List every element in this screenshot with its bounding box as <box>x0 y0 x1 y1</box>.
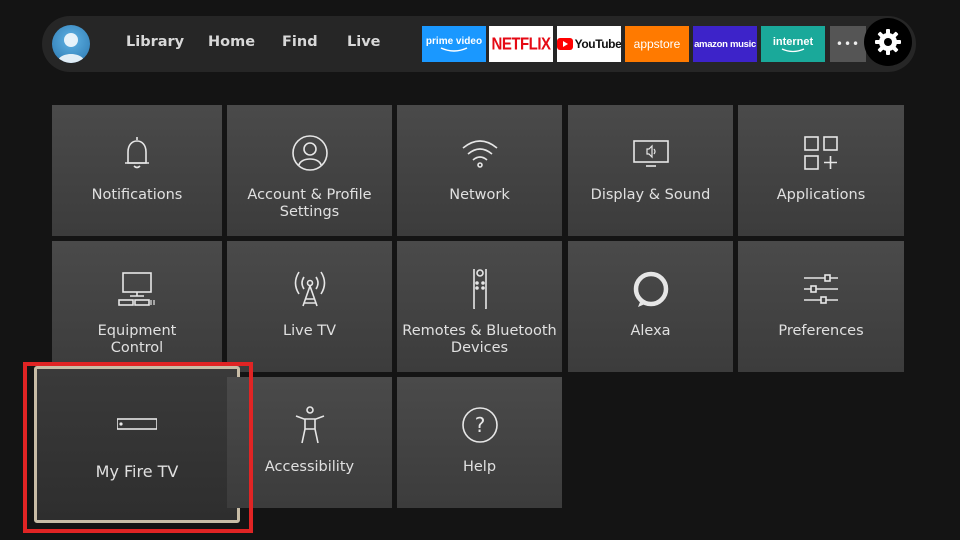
profile-icon <box>291 135 328 171</box>
user-silhouette-icon <box>57 33 85 63</box>
accessibility-icon <box>295 406 324 444</box>
tile-account-profile-settings[interactable]: Account & Profile Settings <box>227 105 392 236</box>
tile-alexa[interactable]: Alexa <box>568 241 733 372</box>
tile-remotes-bluetooth[interactable]: Remotes & Bluetooth Devices <box>397 241 562 372</box>
amazon-music-logo: amazon music <box>694 38 756 50</box>
fire-tv-settings-screen: Library Home Find Live prime video NETFL… <box>0 0 960 540</box>
tile-equipment-control[interactable]: Equipment Control <box>52 241 222 372</box>
alexa-icon <box>633 271 668 307</box>
appstore-app[interactable]: appstore <box>625 26 689 62</box>
tile-label: Live TV <box>283 323 336 339</box>
appstore-logo: appstore <box>633 37 681 51</box>
nav-live[interactable]: Live <box>347 34 381 50</box>
tile-label: Network <box>449 187 510 203</box>
applications-icon <box>804 136 838 170</box>
display-sound-icon <box>632 140 669 167</box>
prime-video-logo: prime video <box>426 36 482 53</box>
tile-display-sound[interactable]: Display & Sound <box>568 105 733 236</box>
nav-home[interactable]: Home <box>208 34 255 50</box>
tile-label: Notifications <box>91 187 183 203</box>
netflix-logo: NETFLIX <box>491 34 552 54</box>
wifi-icon <box>461 140 498 168</box>
profile-avatar[interactable] <box>52 25 90 63</box>
tile-live-tv[interactable]: Live TV <box>227 241 392 372</box>
tile-label: Remotes & Bluetooth Devices <box>402 323 557 356</box>
tile-label: Applications <box>776 187 866 203</box>
settings-button[interactable] <box>864 18 912 66</box>
tile-notifications[interactable]: Notifications <box>52 105 222 236</box>
help-icon: ? <box>461 407 498 443</box>
equipment-icon <box>118 272 155 306</box>
internet-app[interactable]: internet <box>761 26 825 62</box>
tile-label: Alexa <box>630 323 671 339</box>
youtube-app[interactable]: YouTube <box>557 26 621 62</box>
tile-label: Help <box>462 459 497 475</box>
tile-preferences[interactable]: Preferences <box>738 241 904 372</box>
tile-network[interactable]: Network <box>397 105 562 236</box>
tile-label: Account & Profile Settings <box>247 187 372 220</box>
youtube-logo: YouTube <box>557 37 621 51</box>
gear-icon <box>875 29 901 55</box>
sliders-icon <box>804 274 838 304</box>
tile-label: Equipment Control <box>97 323 177 356</box>
svg-text:?: ? <box>474 413 485 437</box>
nav-find[interactable]: Find <box>282 34 318 50</box>
tile-label: Preferences <box>778 323 864 339</box>
tile-label: Display & Sound <box>590 187 711 203</box>
tile-label: Accessibility <box>264 459 355 475</box>
internet-logo: internet <box>773 36 813 53</box>
amazon-music-app[interactable]: amazon music <box>693 26 757 62</box>
netflix-app[interactable]: NETFLIX <box>489 26 553 62</box>
annotation-highlight-box <box>23 362 253 533</box>
top-navigation-bar: Library Home Find Live prime video NETFL… <box>42 16 916 72</box>
tile-help[interactable]: ? Help <box>397 377 562 508</box>
youtube-play-icon <box>557 38 573 50</box>
nav-library[interactable]: Library <box>126 34 184 50</box>
bell-icon <box>125 137 149 169</box>
tile-applications[interactable]: Applications <box>738 105 904 236</box>
antenna-icon <box>294 271 325 307</box>
more-apps-button[interactable]: ••• <box>830 26 866 62</box>
remote-icon <box>472 269 487 309</box>
prime-video-app[interactable]: prime video <box>422 26 486 62</box>
ellipsis-icon: ••• <box>835 37 861 51</box>
